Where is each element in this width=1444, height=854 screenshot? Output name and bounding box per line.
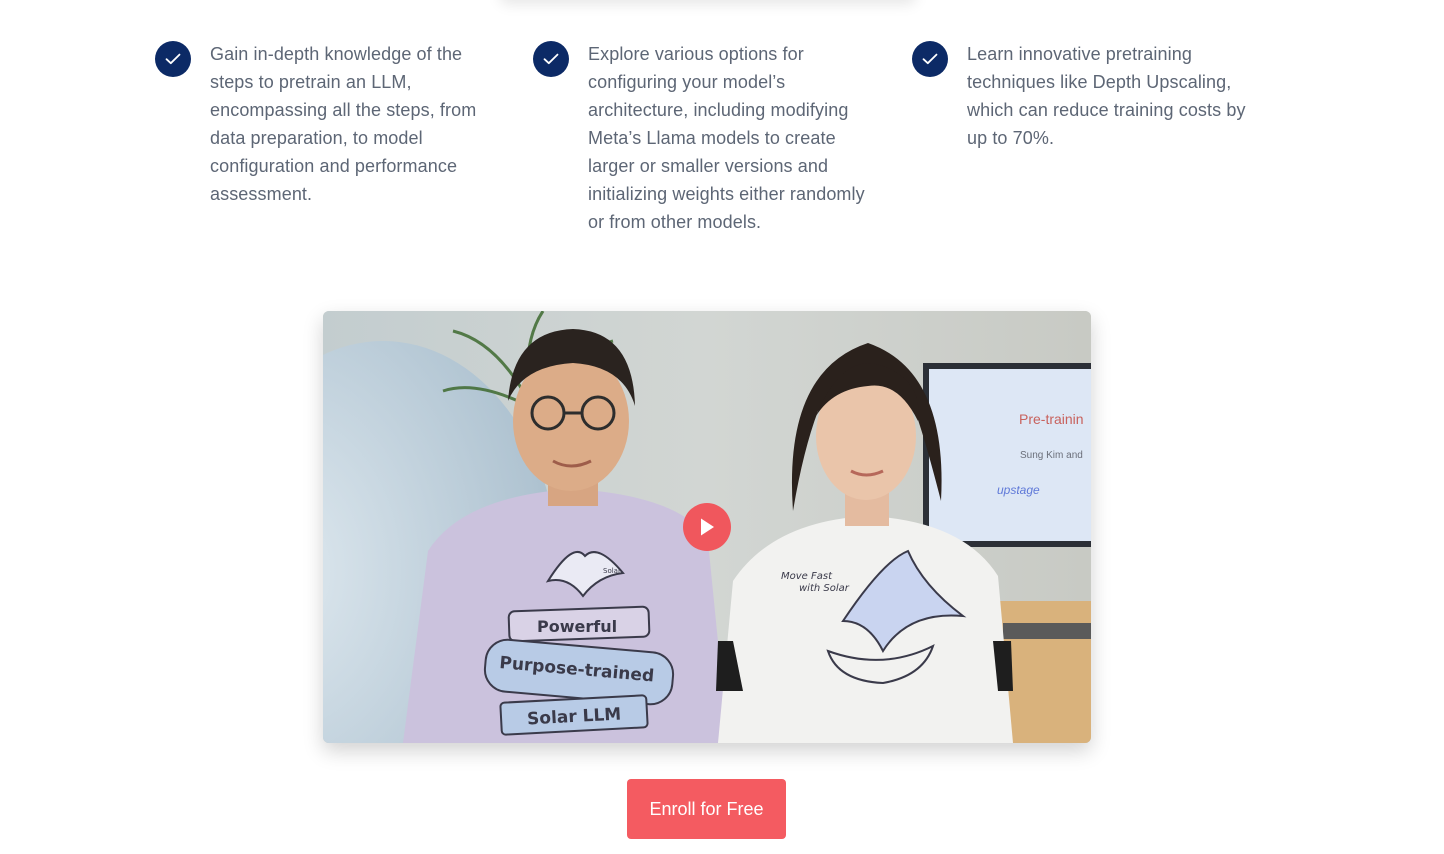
check-icon xyxy=(533,41,569,77)
play-button[interactable] xyxy=(683,503,731,551)
benefit-text: Explore various options for configuring … xyxy=(588,44,865,232)
shirt-text: with Solar xyxy=(799,583,850,594)
course-page: Gain in-depth knowledge of the steps to … xyxy=(0,0,1444,854)
screen-logo: upstage xyxy=(997,483,1040,497)
screen-names: Sung Kim and xyxy=(1020,450,1083,461)
screen-title: Pre-trainin xyxy=(1019,411,1084,427)
enroll-button[interactable]: Enroll for Free xyxy=(627,779,786,839)
benefit-item: Gain in-depth knowledge of the steps to … xyxy=(155,40,500,208)
benefit-item: Learn innovative pretraining techniques … xyxy=(912,40,1257,152)
shirt-text: Powerful xyxy=(537,617,617,636)
check-icon xyxy=(155,41,191,77)
benefit-text: Gain in-depth knowledge of the steps to … xyxy=(210,44,477,204)
check-icon xyxy=(912,41,948,77)
benefit-item: Explore various options for configuring … xyxy=(533,40,878,236)
shirt-text: Move Fast xyxy=(781,571,833,582)
course-video[interactable]: Pre-trainin Sung Kim and upstage Powerfu… xyxy=(323,311,1091,743)
shirt-tag: Solar xyxy=(603,567,621,575)
play-icon xyxy=(701,518,714,536)
benefit-text: Learn innovative pretraining techniques … xyxy=(967,44,1246,148)
